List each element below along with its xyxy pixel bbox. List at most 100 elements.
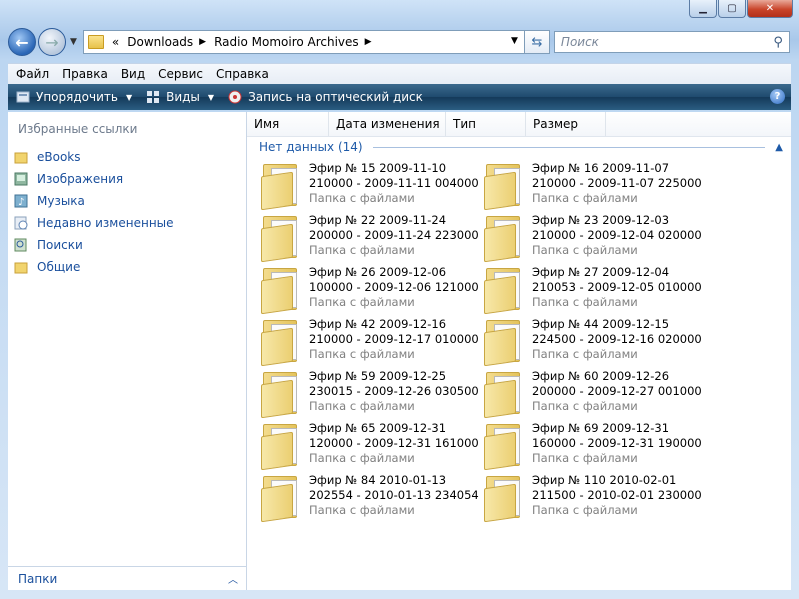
menu-tools[interactable]: Сервис: [150, 67, 208, 81]
folder-icon: [259, 368, 301, 419]
folder-tile-text: Эфир № 27 2009-12-04 210053 - 2009-12-05…: [532, 264, 702, 316]
address-bar[interactable]: « Downloads ▶ Radio Momoiro Archives ▶ ▼: [82, 30, 525, 54]
folder-name-line1: Эфир № 22 2009-11-24: [309, 213, 447, 227]
window-caption-buttons: ▁ ▢ ✕: [689, 0, 793, 18]
folder-name-line1: Эфир № 65 2009-12-31: [309, 421, 447, 435]
sidebar-item-public[interactable]: Общие: [14, 256, 174, 278]
menu-file[interactable]: Файл: [8, 67, 54, 81]
folder-tile[interactable]: Эфир № 42 2009-12-16 210000 - 2009-12-17…: [259, 316, 482, 368]
breadcrumb-radio-momoiro[interactable]: Radio Momoiro Archives: [214, 35, 359, 49]
group-header[interactable]: Нет данных (14) ▲: [259, 139, 783, 155]
folder-tile[interactable]: Эфир № 84 2010-01-13 202554 - 2010-01-13…: [259, 472, 482, 524]
menu-edit[interactable]: Правка: [54, 67, 113, 81]
folder-name-line1: Эфир № 84 2010-01-13: [309, 473, 447, 487]
sidebar-item-label: Изображения: [37, 172, 124, 186]
folder-name-line1: Эфир № 69 2009-12-31: [532, 421, 670, 435]
column-size[interactable]: Размер: [526, 112, 606, 136]
folder-tile[interactable]: Эфир № 26 2009-12-06 100000 - 2009-12-06…: [259, 264, 482, 316]
folder-icon: [482, 420, 524, 471]
sidebar-item-label: Общие: [37, 260, 81, 274]
folders-label: Папки: [18, 571, 58, 586]
sidebar-item-recent[interactable]: Недавно измененные: [14, 212, 174, 234]
navigation-pane: Избранные ссылки eBooks Изображения ♪ Му…: [8, 112, 247, 590]
close-button[interactable]: ✕: [747, 0, 793, 18]
navigation-bar: ← → ▼ « Downloads ▶ Radio Momoiro Archiv…: [8, 28, 791, 56]
folder-tile-text: Эфир № 60 2009-12-26 200000 - 2009-12-27…: [532, 368, 702, 420]
search-icon[interactable]: ⚲: [773, 35, 783, 50]
folder-name-line2: 200000 - 2009-11-24 223000: [309, 228, 479, 242]
folder-type: Папка с файлами: [532, 399, 638, 413]
folder-tile[interactable]: Эфир № 69 2009-12-31 160000 - 2009-12-31…: [482, 420, 705, 472]
column-date-modified[interactable]: Дата изменения: [329, 112, 446, 136]
folder-icon: [482, 368, 524, 419]
sidebar-item-label: eBooks: [37, 150, 81, 164]
sidebar-item-ebooks[interactable]: eBooks: [14, 146, 174, 168]
folder-tile-text: Эфир № 23 2009-12-03 210000 - 2009-12-04…: [532, 212, 702, 264]
chevron-up-icon[interactable]: ▲: [775, 142, 783, 153]
folder-tile[interactable]: Эфир № 60 2009-12-26 200000 - 2009-12-27…: [482, 368, 705, 420]
menu-help[interactable]: Справка: [208, 67, 274, 81]
sidebar-item-pictures[interactable]: Изображения: [14, 168, 174, 190]
organize-button[interactable]: Упорядочить ▼: [16, 90, 132, 104]
folder-name-line2: 210000 - 2009-11-11 004000: [309, 176, 479, 190]
breadcrumb-downloads[interactable]: Downloads: [127, 35, 193, 49]
folder-tile[interactable]: Эфир № 110 2010-02-01 211500 - 2010-02-0…: [482, 472, 705, 524]
burn-button[interactable]: Запись на оптический диск: [228, 90, 423, 104]
sidebar-item-label: Поиски: [37, 238, 83, 252]
folder-tile-grid: Эфир № 15 2009-11-10 210000 - 2009-11-11…: [259, 160, 779, 524]
maximize-button[interactable]: ▢: [718, 0, 746, 18]
folder-icon: [87, 35, 104, 49]
menu-view[interactable]: Вид: [113, 67, 150, 81]
folder-name-line2: 210000 - 2009-12-04 020000: [532, 228, 702, 242]
folder-name-line1: Эфир № 26 2009-12-06: [309, 265, 447, 279]
column-name[interactable]: Имя: [247, 112, 329, 136]
menu-bar: Файл Правка Вид Сервис Справка: [8, 63, 791, 84]
folder-name-line2: 211500 - 2010-02-01 230000: [532, 488, 702, 502]
help-icon[interactable]: ?: [770, 89, 785, 104]
back-button[interactable]: ←: [8, 28, 36, 56]
searches-icon: [14, 238, 28, 252]
organize-label: Упорядочить: [36, 90, 118, 104]
chevron-right-icon[interactable]: ▶: [365, 37, 372, 47]
folder-type: Папка с файлами: [532, 451, 638, 465]
folder-icon: [482, 472, 524, 523]
breadcrumb-overflow[interactable]: «: [112, 35, 119, 49]
folder-tile[interactable]: Эфир № 16 2009-11-07 210000 - 2009-11-07…: [482, 160, 705, 212]
search-input[interactable]: Поиск ⚲: [553, 31, 790, 53]
column-type[interactable]: Тип: [446, 112, 526, 136]
folder-tile[interactable]: Эфир № 44 2009-12-15 224500 - 2009-12-16…: [482, 316, 705, 368]
chevron-right-icon[interactable]: ▶: [199, 37, 206, 47]
folder-tile[interactable]: Эфир № 15 2009-11-10 210000 - 2009-11-11…: [259, 160, 482, 212]
minimize-button[interactable]: ▁: [689, 0, 717, 18]
folder-type: Папка с файлами: [309, 399, 415, 413]
recent-pages-dropdown-icon[interactable]: ▼: [70, 37, 77, 47]
folder-type: Папка с файлами: [309, 243, 415, 257]
folder-name-line2: 100000 - 2009-12-06 121000: [309, 280, 479, 294]
folder-tile-text: Эфир № 15 2009-11-10 210000 - 2009-11-11…: [309, 160, 479, 212]
folder-icon: [14, 260, 28, 274]
folder-tile[interactable]: Эфир № 23 2009-12-03 210000 - 2009-12-04…: [482, 212, 705, 264]
folder-tile[interactable]: Эфир № 65 2009-12-31 120000 - 2009-12-31…: [259, 420, 482, 472]
folder-tile[interactable]: Эфир № 59 2009-12-25 230015 - 2009-12-26…: [259, 368, 482, 420]
address-dropdown-icon[interactable]: ▼: [511, 36, 518, 46]
sidebar-item-music[interactable]: ♪ Музыка: [14, 190, 174, 212]
folders-toggle[interactable]: Папки ︿: [8, 566, 246, 590]
views-icon: [146, 90, 160, 104]
folder-tile-text: Эфир № 110 2010-02-01 211500 - 2010-02-0…: [532, 472, 702, 524]
folder-tile-text: Эфир № 22 2009-11-24 200000 - 2009-11-24…: [309, 212, 479, 264]
views-button[interactable]: Виды ▼: [146, 90, 214, 104]
chevron-down-icon: ▼: [125, 92, 133, 102]
explorer-window: ▁ ▢ ✕ ← → ▼ « Downloads ▶ Radio Momoiro …: [0, 0, 799, 599]
folder-tile[interactable]: Эфир № 27 2009-12-04 210053 - 2009-12-05…: [482, 264, 705, 316]
folder-name-line2: 200000 - 2009-12-27 001000: [532, 384, 702, 398]
file-list-pane: Имя Дата изменения Тип Размер Нет данных…: [247, 112, 791, 590]
folder-icon: [259, 264, 301, 315]
folder-tile[interactable]: Эфир № 22 2009-11-24 200000 - 2009-11-24…: [259, 212, 482, 264]
chevron-down-icon: ▼: [207, 92, 215, 102]
sidebar-item-searches[interactable]: Поиски: [14, 234, 174, 256]
forward-button[interactable]: →: [38, 28, 66, 56]
folder-name-line1: Эфир № 110 2010-02-01: [532, 473, 677, 487]
folder-tile-text: Эфир № 69 2009-12-31 160000 - 2009-12-31…: [532, 420, 702, 472]
refresh-button[interactable]: ⇆: [524, 30, 550, 54]
search-placeholder: Поиск: [560, 35, 599, 49]
